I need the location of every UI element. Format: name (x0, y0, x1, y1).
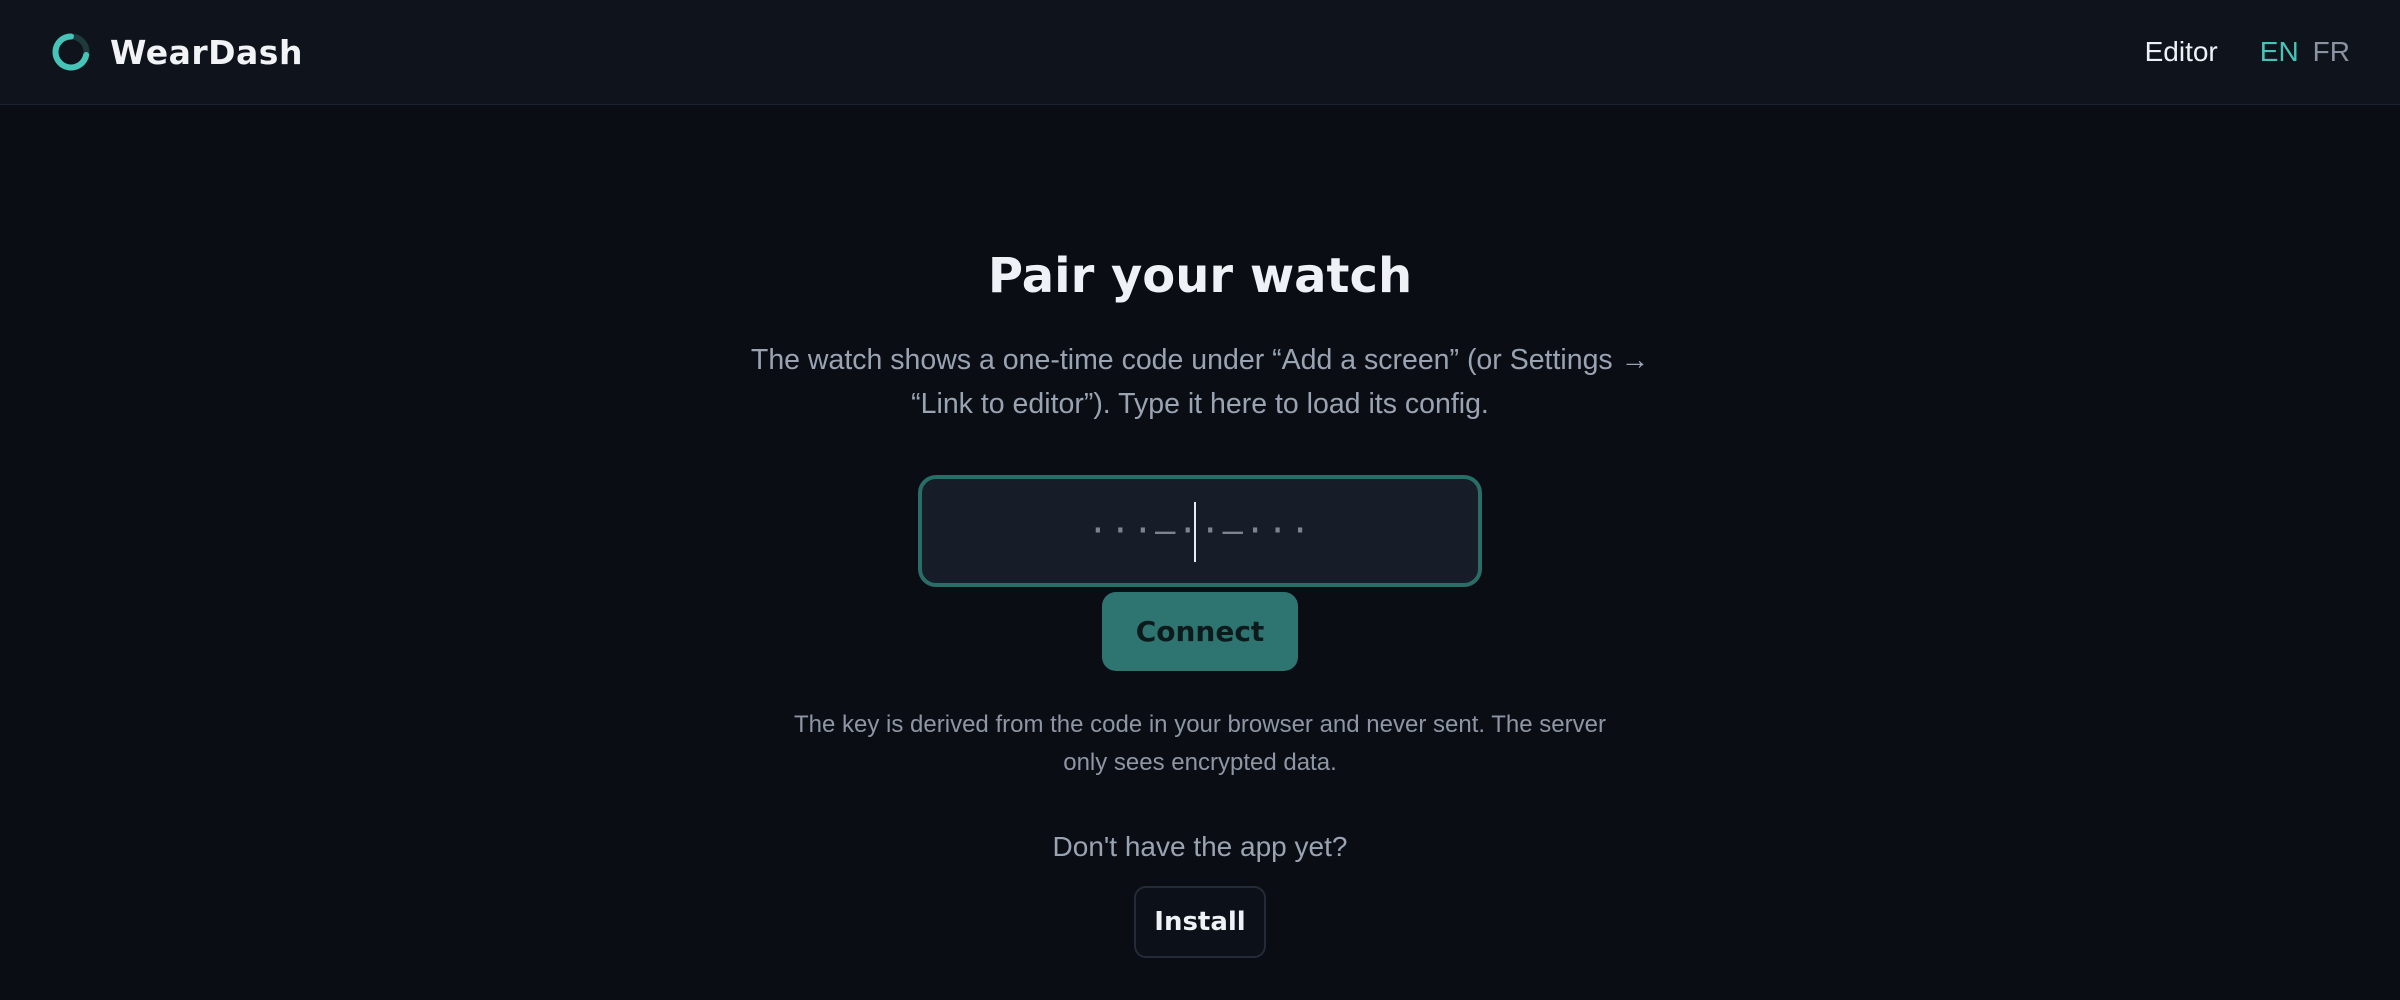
pairing-panel: Pair your watch The watch shows a one-ti… (0, 105, 2400, 1000)
security-note: The key is derived from the code in your… (794, 711, 1606, 776)
pairing-code-input[interactable] (922, 479, 1478, 583)
top-bar: WearDash Editor EN FR (0, 0, 2400, 105)
ring-logo-icon (52, 33, 90, 71)
top-nav: Editor EN FR (2145, 30, 2350, 74)
code-field[interactable] (918, 475, 1482, 587)
pairing-instructions: The watch shows a one-time code under “A… (750, 344, 1650, 420)
language-en[interactable]: EN (2260, 36, 2299, 68)
install-prompt: Don't have the app yet? (1052, 831, 1348, 862)
connect-button[interactable]: Connect (1102, 592, 1298, 671)
nav-link-editor[interactable]: Editor (2145, 36, 2218, 68)
brand-name: WearDash (110, 32, 303, 72)
page-title: Pair your watch (987, 248, 1413, 304)
language-fr[interactable]: FR (2313, 36, 2350, 68)
brand[interactable]: WearDash (50, 30, 303, 74)
text-cursor (1194, 502, 1196, 562)
install-button[interactable]: Install (1134, 886, 1266, 958)
